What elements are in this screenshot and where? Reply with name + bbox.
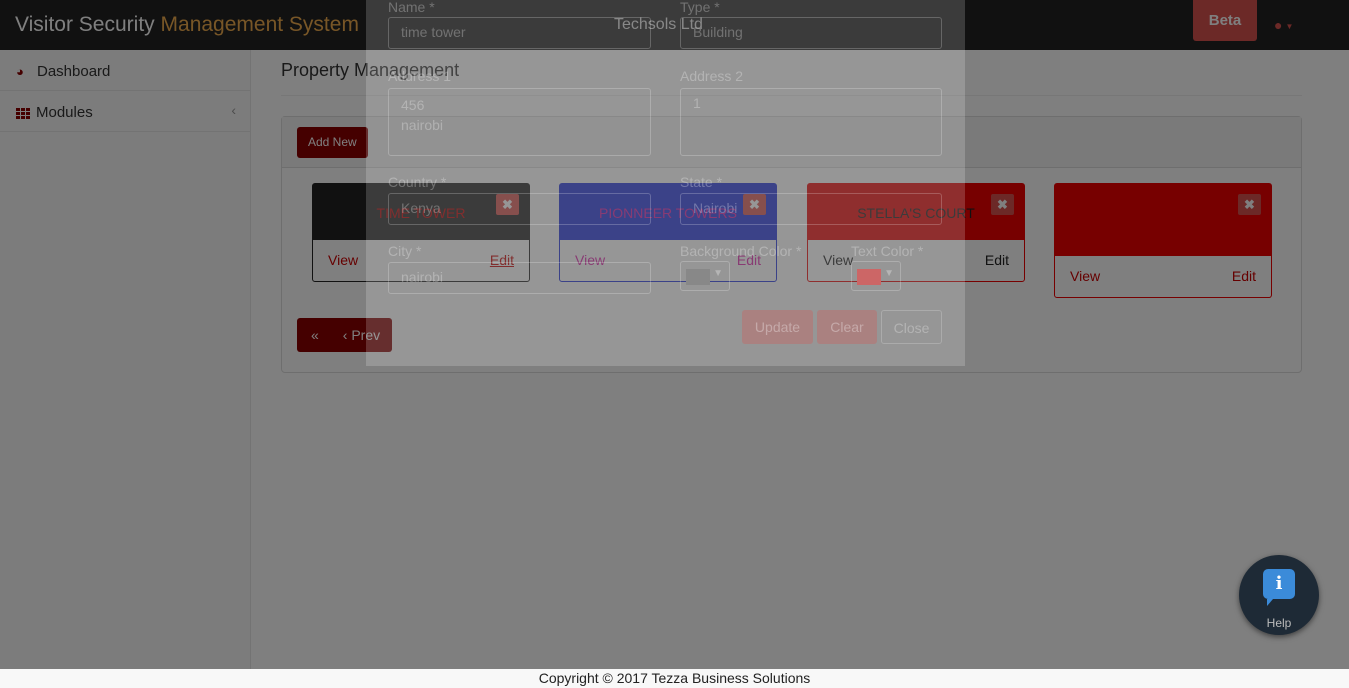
type-label: Type * [680,0,720,15]
edit-property-modal: Name * time tower Type * Building Addres… [366,0,965,366]
clear-button[interactable]: Clear [817,310,877,344]
country-select[interactable]: Kenya [388,193,651,225]
city-label: City * [388,243,422,259]
help-widget[interactable]: i Help [1239,555,1319,635]
info-icon: i [1263,569,1295,606]
address1-textarea[interactable]: 456 nairobi [388,88,651,156]
footer: Copyright © 2017 Tezza Business Solution… [0,669,1349,688]
caret-down-icon: ▼ [884,268,894,279]
name-label: Name * [388,0,435,15]
type-select[interactable]: Building [680,17,942,49]
background-color-label: Background Color * [680,243,802,259]
country-label: Country * [388,174,447,190]
state-label: State * [680,174,723,190]
address2-label: Address 2 [680,68,744,84]
background-color-picker[interactable]: ▼ [680,261,730,291]
text-color-picker[interactable]: ▼ [851,261,901,291]
city-field[interactable]: nairobi [388,262,651,294]
address1-line: 456 [401,97,425,113]
address1-line: nairobi [401,117,444,133]
state-select[interactable]: Nairobi [680,193,942,225]
address2-textarea[interactable]: 1 [680,88,942,156]
name-field[interactable]: time tower [388,17,651,49]
address1-label: Address 1 [388,68,452,84]
help-label: Help [1266,616,1292,630]
text-color-label: Text Color * [851,243,924,259]
close-button[interactable]: Close [881,310,942,344]
update-button[interactable]: Update [742,310,813,344]
caret-down-icon: ▼ [713,268,723,279]
